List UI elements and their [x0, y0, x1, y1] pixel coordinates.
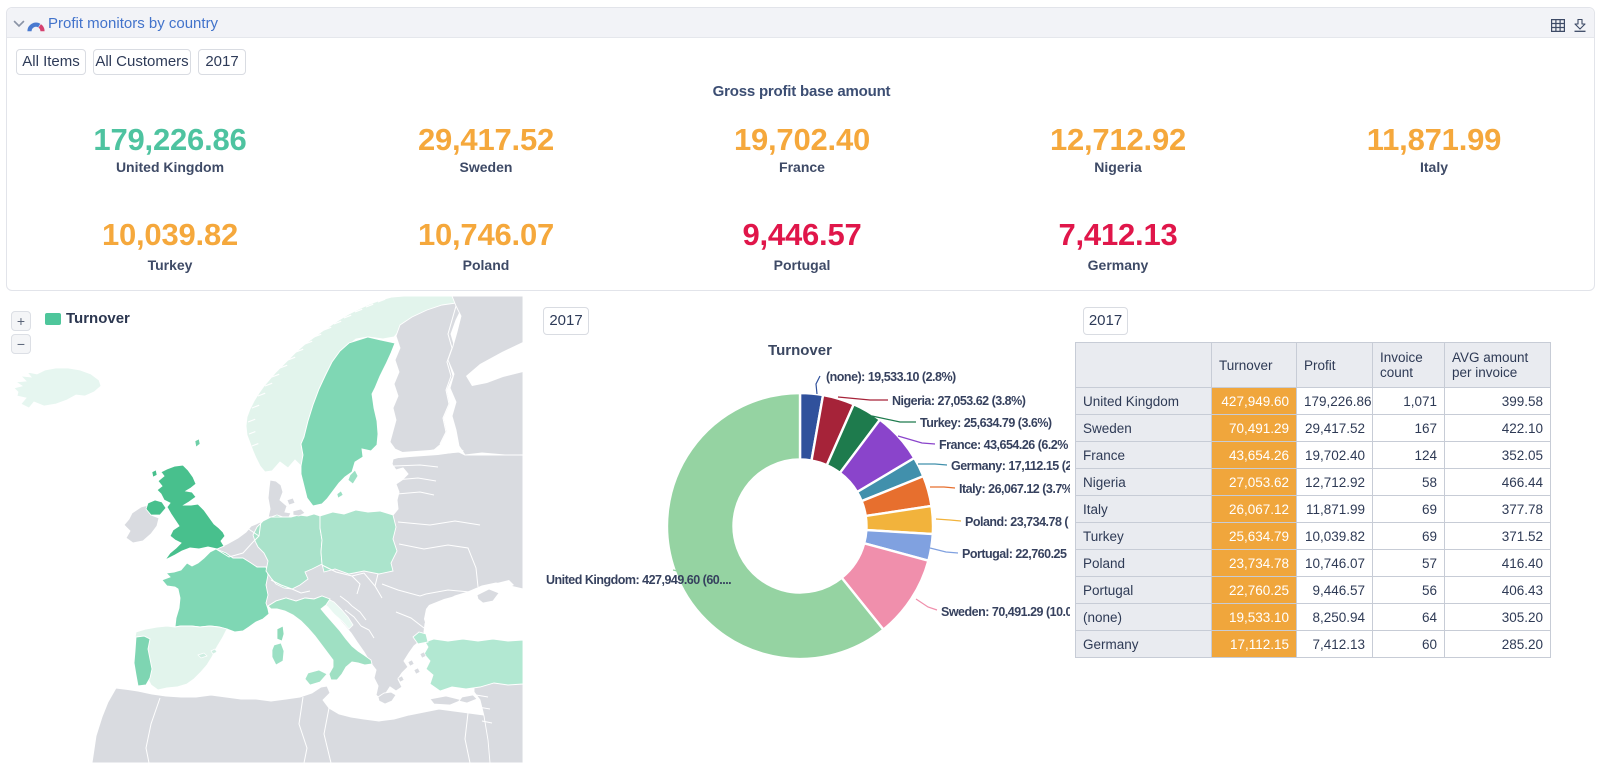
svg-text:Germany: 17,112.15 (2.: Germany: 17,112.15 (2. [951, 459, 1070, 473]
svg-text:Nigeria: 27,053.62 (3.8%): Nigeria: 27,053.62 (3.8%) [892, 394, 1026, 408]
svg-text:Poland: 23,734.78 (: Poland: 23,734.78 ( [965, 515, 1069, 529]
svg-text:Italy: 26,067.12 (3.7%: Italy: 26,067.12 (3.7% [959, 482, 1070, 496]
svg-text:France: 43,654.26 (6.2%: France: 43,654.26 (6.2% [939, 438, 1068, 452]
svg-text:United Kingdom: 427,949.60 (60: United Kingdom: 427,949.60 (60.... [546, 573, 731, 587]
svg-text:Sweden: 70,491.29 (10.0: Sweden: 70,491.29 (10.0 [941, 605, 1070, 619]
svg-text:Turkey: 25,634.79 (3.6%): Turkey: 25,634.79 (3.6%) [920, 416, 1052, 430]
svg-text:(none): 19,533.10 (2.8%): (none): 19,533.10 (2.8%) [826, 370, 956, 384]
svg-text:Portugal: 22,760.25: Portugal: 22,760.25 [962, 547, 1067, 561]
